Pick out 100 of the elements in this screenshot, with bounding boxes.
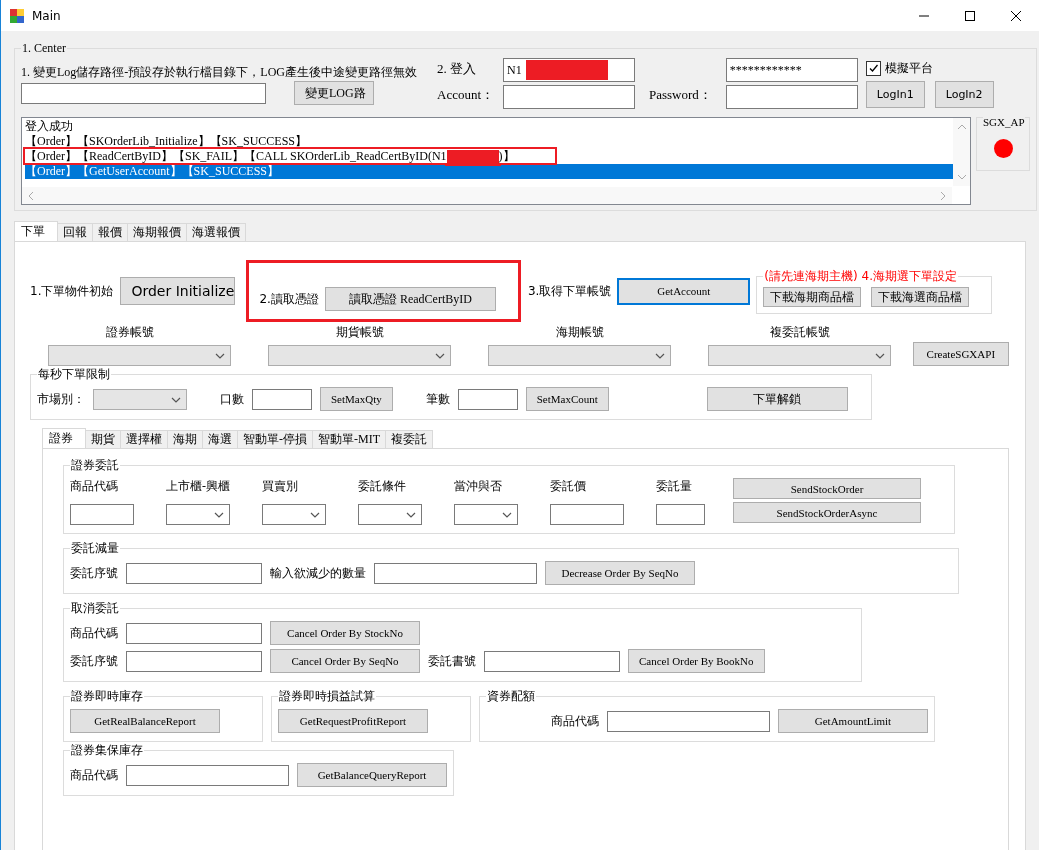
step-label: 3.取得下單帳號 [527, 282, 612, 300]
tab[interactable]: 海選報價 [186, 223, 246, 241]
close-icon[interactable] [1010, 9, 1022, 22]
field-label: 當沖與否 [454, 478, 503, 495]
log-line: 登入成功 [25, 119, 73, 133]
log-line: 【Order】【SKOrderLib_Initialize】【SK_SUCCESS】 [25, 134, 307, 148]
action-button[interactable]: Cancel Order By SeqNo [270, 649, 420, 673]
field-label: 委託條件 [358, 478, 407, 495]
input-field[interactable] [70, 504, 134, 525]
input-field[interactable] [725, 85, 858, 109]
input-field[interactable] [656, 504, 705, 525]
caret-icon [875, 353, 886, 359]
field-label: 商品代碼 [551, 712, 599, 730]
get-account-button[interactable]: GetAccount [618, 278, 750, 304]
action-button[interactable]: GetRealBalanceReport [70, 709, 220, 733]
tab[interactable]: 證券 [42, 428, 86, 448]
action-button[interactable]: Cancel Order By BookNo [628, 649, 765, 673]
set-max-count-button[interactable]: SetMaxCount [525, 387, 609, 411]
tab[interactable]: 複委託 [385, 430, 433, 448]
log-line: 【Order】【ReadCertByID】【SK_FAIL】【CALL SKOrderLib_ReadCertByID(N1 )】 [25, 149, 555, 163]
input-field[interactable] [550, 504, 624, 525]
input-field[interactable] [126, 650, 262, 672]
create-sgx-button[interactable]: CreateSGXAPI [912, 342, 1009, 366]
scroll-up-icon[interactable] [956, 124, 967, 130]
combo-box[interactable] [262, 504, 326, 525]
field-label: 委託量 [656, 478, 693, 495]
action-button[interactable]: GetRequestProfitReport [278, 709, 428, 733]
order-initialize-button[interactable]: Order Initialize [120, 277, 236, 305]
action-button[interactable]: GetBalanceQueryReport [297, 763, 447, 787]
set-max-qty-button[interactable]: SetMaxQty [320, 387, 393, 411]
tab[interactable]: 回報 [57, 223, 93, 241]
unlock-button[interactable]: 下單解鎖 [706, 387, 848, 411]
input-field[interactable] [252, 388, 312, 410]
combo-box[interactable] [454, 504, 518, 525]
change-log-button[interactable]: 變更LOG路 [294, 81, 374, 105]
tab[interactable]: 期貨 [85, 430, 121, 448]
group-title: (請先連海期主機) 4.海期選下單設定 [763, 269, 958, 285]
tab[interactable]: 下單 [14, 221, 58, 241]
input-field[interactable] [374, 562, 537, 584]
field-label: 市場別： [37, 390, 85, 408]
input-field[interactable] [457, 388, 518, 410]
tab[interactable]: 海期 [167, 430, 203, 448]
field-label: 買賣別 [262, 478, 299, 495]
scroll-left-icon[interactable] [28, 190, 34, 201]
input-field[interactable] [607, 710, 770, 732]
input-field[interactable] [126, 562, 262, 584]
input-field[interactable] [126, 622, 262, 644]
download-button[interactable]: 下載海期商品檔 [763, 287, 862, 307]
step-label: 2.讀取憑證 [259, 290, 319, 308]
tab[interactable]: 智動單-停損 [237, 430, 313, 448]
download-button[interactable]: 下載海選商品檔 [871, 287, 970, 307]
combo-box[interactable] [93, 388, 187, 410]
field-label: 1. 變更Log儲存路徑-預設存於執行檔目錄下，LOG產生後中途變更路徑無效 [21, 64, 418, 81]
scroll-down-icon[interactable] [956, 174, 967, 180]
tab[interactable]: 報價 [92, 223, 128, 241]
tab[interactable]: 智動單-MIT [312, 430, 386, 448]
window-title: Main [32, 8, 61, 23]
group-title: 每秒下單限制 [37, 366, 111, 383]
maximize-icon[interactable] [964, 9, 976, 22]
tab[interactable]: 海期報價 [127, 223, 187, 241]
action-button[interactable]: Decrease Order By SeqNo [545, 561, 695, 585]
tab[interactable]: 海選 [202, 430, 238, 448]
field-label: 商品代碼 [70, 624, 118, 642]
caret-icon [214, 512, 224, 518]
scroll-right-icon[interactable] [940, 190, 946, 201]
status-label: SGX_AP [983, 116, 1025, 128]
field-label: 商品代碼 [70, 478, 119, 495]
check-icon [867, 62, 879, 74]
caret-icon [215, 353, 226, 359]
input-field[interactable] [503, 85, 635, 109]
input-field[interactable] [484, 650, 620, 672]
account-label: 複委託帳號 [769, 324, 830, 341]
log-path-field[interactable] [21, 82, 266, 104]
group-title: 證券即時庫存 [70, 688, 144, 705]
account-field[interactable]: N1 [503, 58, 635, 82]
horizontal-scrollbar[interactable] [22, 187, 952, 204]
read-cert-button[interactable]: 讀取憑證 ReadCertByID [324, 287, 496, 311]
combo-box[interactable] [166, 504, 230, 525]
send-order-button[interactable]: SendStockOrderAsync [733, 502, 921, 523]
caret-icon [406, 512, 416, 518]
password-field[interactable]: ************ [725, 58, 858, 82]
field-label: 筆數 [425, 390, 450, 408]
action-button[interactable]: GetAmountLimit [778, 709, 928, 733]
vertical-scrollbar[interactable] [953, 118, 970, 186]
input-field[interactable] [126, 764, 289, 786]
send-order-button[interactable]: SendStockOrder [733, 478, 921, 499]
action-button[interactable]: Cancel Order By StockNo [270, 621, 420, 645]
group-title: 證券集保庫存 [70, 742, 144, 759]
login-button[interactable]: LogIn1 [865, 81, 925, 108]
field-label: 委託書號 [428, 652, 476, 670]
group-title: 委託減量 [70, 540, 120, 557]
simulate-checkbox[interactable]: 模擬平台 [865, 58, 994, 78]
combo-box[interactable] [358, 504, 422, 525]
field-label: 上市櫃-興櫃 [166, 478, 230, 495]
log-line: 【Order】【GetUserAccount】【SK_SUCCESS】 [25, 164, 279, 178]
field-label: 委託序號 [70, 564, 118, 582]
log-list[interactable]: 登入成功 【Order】【SKOrderLib_Initialize】【SK_SUCCESS】 【Order】【ReadCertByID】【SK_FAIL】【CALL SKOrderLib_ReadCertByID(N1 )】 【Order】【GetUserAccount】【SK_SUCCESS】 [21, 117, 971, 205]
group-title: 1. Center [21, 41, 67, 56]
login-button[interactable]: LogIn2 [934, 81, 994, 108]
tab[interactable]: 選擇權 [120, 430, 168, 448]
